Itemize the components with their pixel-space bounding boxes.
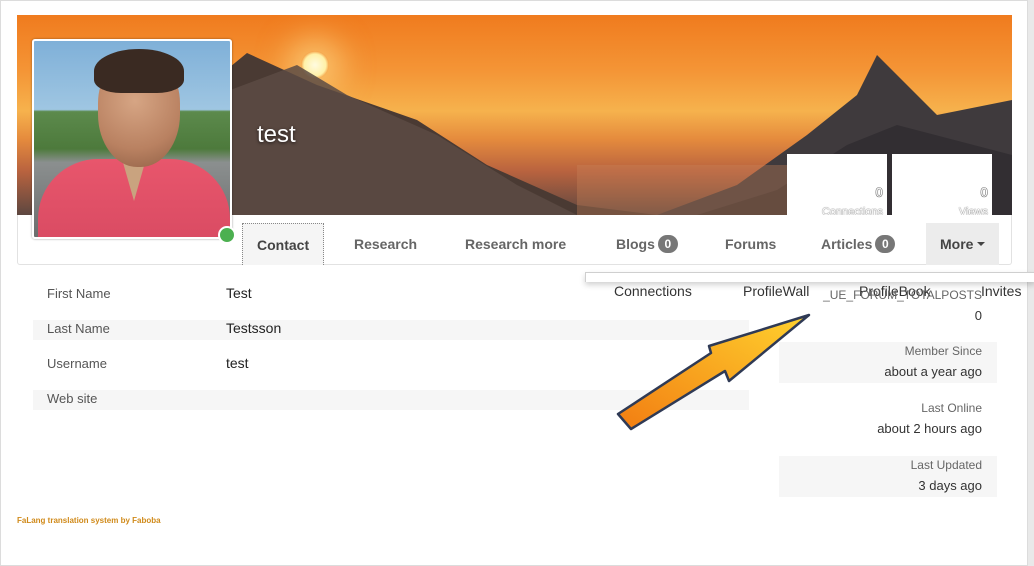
articles-count-badge: 0 — [875, 235, 896, 253]
views-count: 0 — [980, 184, 988, 201]
online-status-icon — [218, 226, 236, 244]
tab-research[interactable]: Research — [354, 223, 417, 265]
views-label: Views — [958, 206, 988, 215]
tab-label: More — [940, 236, 974, 252]
tab-label: Articles — [821, 236, 873, 252]
stat-value: 3 days ago — [918, 478, 982, 493]
avatar[interactable] — [32, 39, 232, 239]
tab-label: Contact — [257, 237, 310, 253]
field-value: Test — [226, 285, 252, 301]
caret-down-icon — [977, 242, 986, 246]
more-dropdown — [585, 272, 1034, 282]
views-stat[interactable]: 0 Views — [892, 154, 992, 215]
tab-contact[interactable]: Contact — [242, 223, 325, 265]
tab-research-more[interactable]: Research more — [465, 223, 566, 265]
field-label: First Name — [47, 286, 111, 301]
annotation-arrow-icon — [616, 313, 811, 431]
footer-credit[interactable]: FaLang translation system by Faboba — [17, 516, 161, 525]
field-value: Testsson — [226, 320, 282, 336]
tab-more[interactable]: More — [926, 223, 1000, 265]
tab-label: Research more — [465, 236, 567, 252]
field-value: test — [226, 355, 249, 371]
tab-blogs[interactable]: Blogs 0 — [616, 223, 678, 265]
connections-label: Connections — [821, 206, 883, 215]
tab-articles[interactable]: Articles 0 — [821, 223, 896, 265]
stat-label: _UE_FORUM_TOTALPOSTS — [823, 288, 982, 302]
stat-last-updated: Last Updated 3 days ago — [779, 456, 997, 497]
tab-label: Blogs — [616, 236, 655, 252]
stat-label: Last Updated — [910, 458, 982, 472]
field-label: Web site — [47, 391, 98, 406]
blogs-count-badge: 0 — [657, 235, 678, 253]
profile-name: test — [257, 121, 296, 148]
tab-label: Forums — [725, 236, 777, 252]
tab-forums[interactable]: Forums — [725, 223, 776, 265]
tab-label: Research — [354, 236, 418, 252]
avatar-hair — [94, 49, 184, 93]
connections-count: 0 — [875, 184, 883, 201]
field-label: Username — [47, 356, 107, 371]
connections-stat[interactable]: 0 Connections — [787, 154, 887, 215]
field-label: Last Name — [47, 321, 110, 336]
profile-page: test 0 Connections 0 Views Contact Resea… — [0, 0, 1034, 566]
